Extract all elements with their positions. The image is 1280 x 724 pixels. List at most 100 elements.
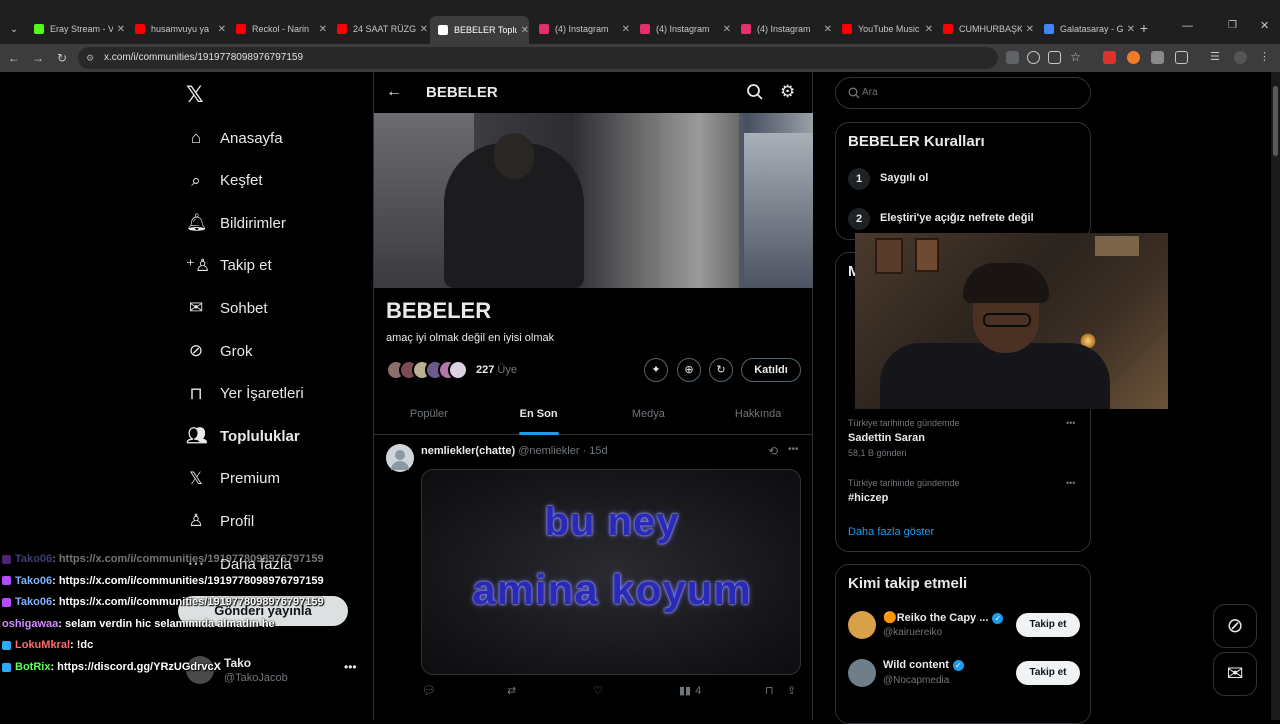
nav-item-home[interactable]: ⌂ Anasayfa	[186, 122, 283, 154]
post-avatar[interactable]	[386, 444, 414, 472]
suggestion-row[interactable]: Wild content ✓ @Nocapmedia Takip et	[836, 657, 1092, 697]
invite-button[interactable]: ⊕	[677, 358, 701, 382]
messages-floating-button[interactable]: ✉	[1213, 652, 1257, 696]
chat-text: : !dc	[70, 639, 94, 652]
browser-tab[interactable]: CUMHURBAŞK ✕	[935, 18, 1034, 40]
follow-button[interactable]: Takip et	[1016, 661, 1080, 685]
tab-close-icon[interactable]: ✕	[521, 25, 529, 36]
page-scrollbar[interactable]	[1271, 72, 1280, 720]
gear-icon[interactable]: ⚙	[780, 82, 795, 102]
extension-orange-icon[interactable]	[1127, 51, 1140, 64]
nav-item-x-logo[interactable]: 𝕏 Premium	[186, 463, 280, 495]
new-tab-button[interactable]: +	[1136, 20, 1152, 36]
post-more-icon[interactable]: •••	[788, 444, 799, 455]
minimize-window-button[interactable]: —	[1182, 20, 1193, 32]
tab-media[interactable]: Medya	[594, 397, 704, 434]
reload-icon[interactable]: ↻	[52, 48, 72, 68]
extension-gray-icon[interactable]	[1151, 51, 1164, 64]
browser-tab[interactable]: Eray Stream - V ✕	[26, 18, 125, 40]
search-icon[interactable]	[746, 83, 764, 101]
nav-item-label: Keşfet	[220, 172, 263, 190]
browser-tab[interactable]: (4) Instagram ✕	[531, 18, 630, 40]
tab-close-icon[interactable]: ✕	[824, 24, 832, 35]
views-icon[interactable]: ▮▮ 4	[679, 684, 701, 698]
back-arrow-icon[interactable]: ←	[386, 83, 402, 101]
rule-text[interactable]: Eleştiri'ye açığız nefrete değil	[880, 212, 1034, 224]
site-info-icon[interactable]: ⚙	[86, 47, 94, 69]
grok-floating-button[interactable]: ⊘	[1213, 604, 1257, 648]
browser-tab[interactable]: BEBELER Toplu ✕	[430, 16, 529, 44]
profile-avatar-icon[interactable]	[1234, 51, 1247, 64]
browser-tab[interactable]: husamvuyu ya ✕	[127, 18, 226, 40]
tab-close-icon[interactable]: ✕	[117, 24, 125, 35]
tab-close-icon[interactable]: ✕	[925, 24, 933, 35]
trend-name[interactable]: Sadettin Saran	[848, 432, 925, 444]
nav-item-add-user[interactable]: ⁺♙ Takip et	[186, 250, 272, 282]
x-logo-icon: 𝕏	[189, 468, 203, 488]
show-more-link[interactable]: Daha fazla göster	[848, 526, 934, 538]
nav-item-communities[interactable]: 👥︎ Topluluklar	[186, 420, 300, 452]
tab-close-icon[interactable]: ✕	[723, 24, 731, 35]
rule-text[interactable]: Saygılı ol	[880, 172, 928, 184]
share-button[interactable]: ↻	[709, 358, 733, 382]
zoom-icon[interactable]	[1027, 51, 1040, 64]
grok-icon[interactable]: ⟲	[768, 444, 778, 458]
share-icon[interactable]: ⇪	[787, 684, 796, 697]
browser-tab[interactable]: Galatasaray - G ✕	[1036, 18, 1135, 40]
x-logo-icon[interactable]: 𝕏	[186, 84, 208, 106]
suggestion-row[interactable]: 🟠Reiko the Capy ... ✓ @kairuereiko Takip et	[836, 609, 1092, 649]
member-avatars[interactable]	[386, 360, 470, 380]
nav-item-profile[interactable]: ♙ Profil	[186, 505, 254, 537]
reading-list-icon[interactable]: ☰	[1210, 51, 1223, 64]
browser-tab[interactable]: (4) Instagram ✕	[632, 18, 731, 40]
bookmark-icon[interactable]: ⊓	[765, 684, 774, 697]
tab-latest[interactable]: En Son	[484, 397, 594, 435]
post-time[interactable]: · 15d	[583, 445, 608, 457]
forward-icon[interactable]: →	[28, 48, 48, 68]
trend-name[interactable]: #hiczep	[848, 492, 888, 504]
nav-item-bell[interactable]: 🔔︎ Bildirimler	[186, 207, 286, 239]
translate-icon[interactable]	[1006, 51, 1019, 64]
tab-close-icon[interactable]: ✕	[1026, 24, 1034, 35]
reply-icon[interactable]: 💬︎	[422, 684, 436, 697]
nav-item-mail[interactable]: ✉ Sohbet	[186, 292, 268, 324]
pin-community-button[interactable]: ✦	[644, 358, 668, 382]
extensions-puzzle-icon[interactable]	[1175, 51, 1188, 64]
like-icon[interactable]: ♡	[593, 684, 603, 697]
restore-window-button[interactable]: ❐	[1228, 20, 1237, 31]
more-dots-icon[interactable]: •••	[344, 660, 357, 674]
trend-more-icon[interactable]: •••	[1066, 478, 1075, 488]
search-input[interactable]: Ara	[835, 77, 1091, 109]
nav-item-bookmark[interactable]: ⊓ Yer İşaretleri	[186, 378, 303, 410]
address-bar[interactable]: ⚙ x.com/i/communities/191977809897679715…	[78, 47, 998, 69]
tab-popular[interactable]: Popüler	[374, 397, 484, 434]
close-window-button[interactable]: ✕	[1260, 19, 1269, 32]
joined-button[interactable]: Katıldı	[741, 358, 801, 382]
repost-icon[interactable]: ⇄	[507, 684, 516, 697]
bookmark-star-icon[interactable]: ☆	[1069, 51, 1082, 64]
tab-search-button[interactable]: ⌄	[6, 22, 22, 38]
post-author[interactable]: nemliekler(chatte)	[421, 445, 515, 457]
browser-menu-icon[interactable]: ⋮	[1259, 51, 1272, 64]
tab-about[interactable]: Hakkında	[703, 397, 813, 434]
tab-close-icon[interactable]: ✕	[420, 24, 428, 35]
trend-more-icon[interactable]: •••	[1066, 418, 1075, 428]
member-count[interactable]: 227 Üye	[476, 364, 517, 376]
browser-tab[interactable]: YouTube Music ✕	[834, 18, 933, 40]
tab-close-icon[interactable]: ✕	[218, 24, 226, 35]
extension-red-icon[interactable]	[1103, 51, 1116, 64]
post-media[interactable]: bu ney amina koyum	[421, 469, 801, 675]
tab-close-icon[interactable]: ✕	[319, 24, 327, 35]
follow-button[interactable]: Takip et	[1016, 613, 1080, 637]
back-icon[interactable]: ←	[4, 48, 24, 68]
tab-close-icon[interactable]: ✕	[622, 24, 630, 35]
tab-close-icon[interactable]: ✕	[1127, 24, 1135, 35]
browser-tab[interactable]: 24 SAAT RÜZG ✕	[329, 18, 428, 40]
cast-icon[interactable]	[1048, 51, 1061, 64]
nav-item-search[interactable]: ⌕ Keşfet	[186, 165, 263, 197]
browser-tab[interactable]: (4) Instagram ✕	[733, 18, 832, 40]
account-name: Tako	[224, 656, 252, 670]
post-handle[interactable]: @nemliekler	[518, 445, 579, 457]
nav-item-grok[interactable]: ⊘ Grok	[186, 335, 253, 367]
browser-tab[interactable]: Reckol - Narin ✕	[228, 18, 327, 40]
